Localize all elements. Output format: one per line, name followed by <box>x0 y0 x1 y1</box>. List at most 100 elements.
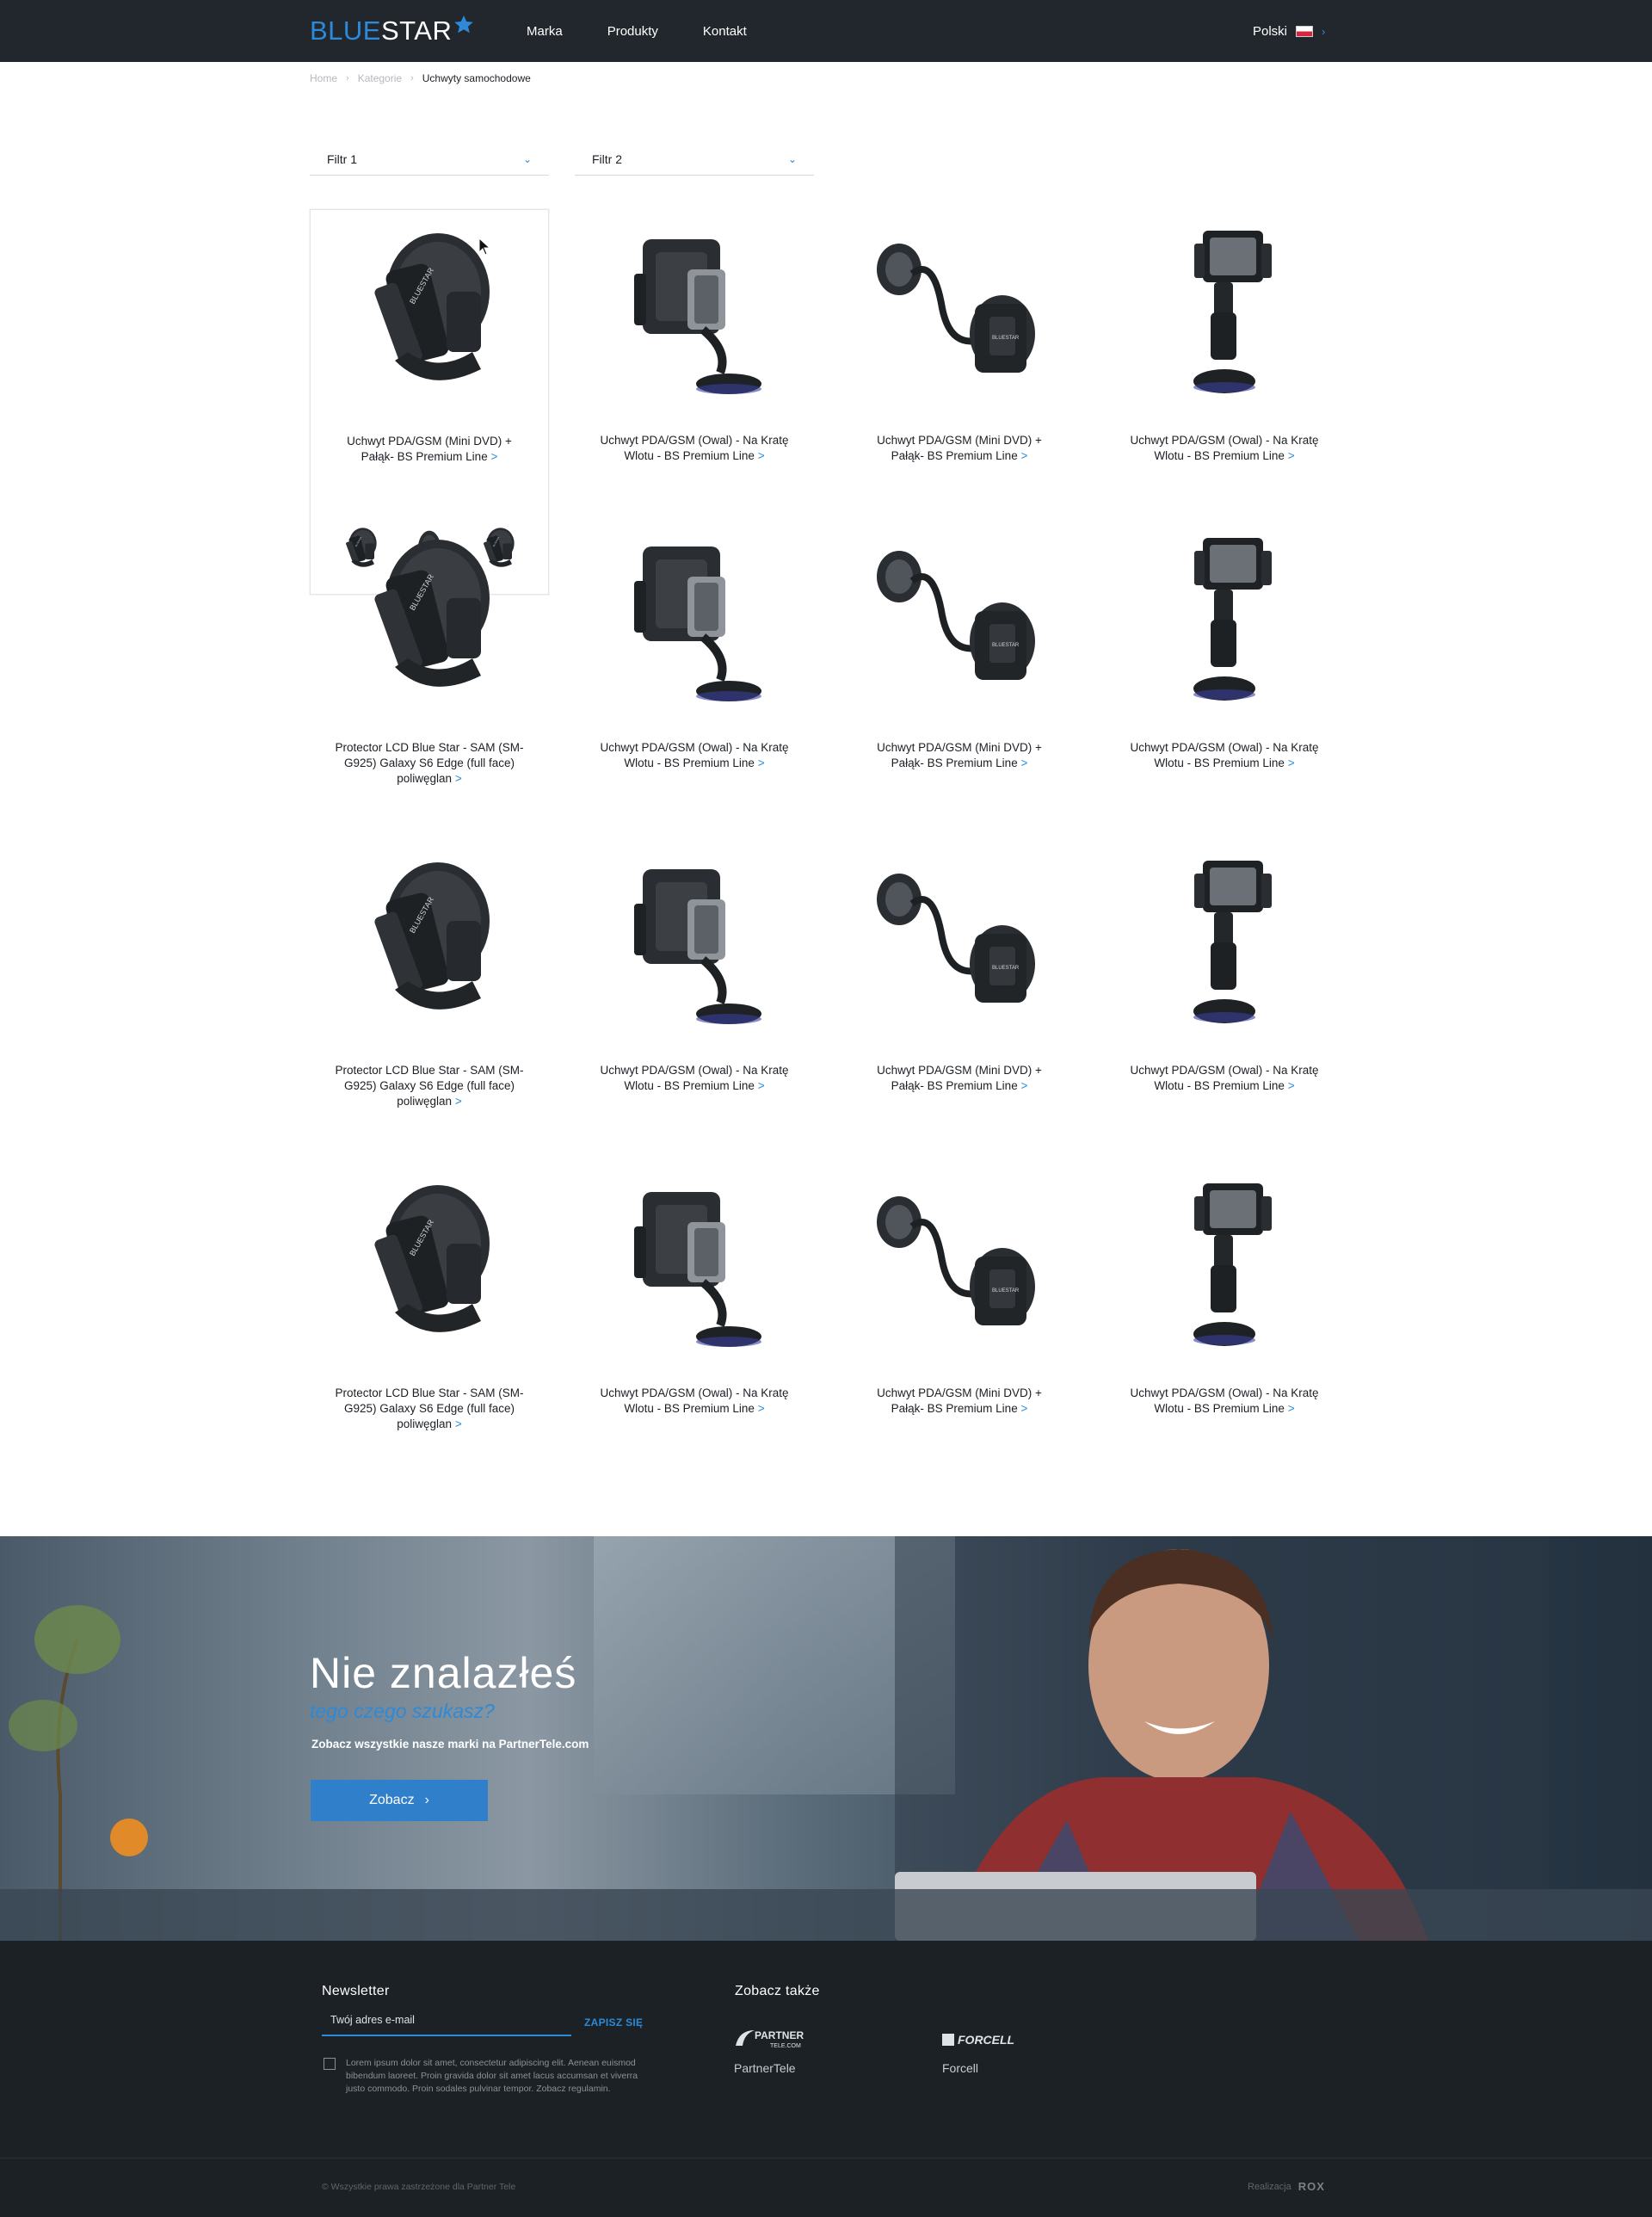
product-card[interactable]: Uchwyt PDA/GSM (Owal) - Na Kratę Wlotu -… <box>1105 516 1344 771</box>
product-title[interactable]: Uchwyt PDA/GSM (Owal) - Na Kratę Wlotu -… <box>1105 740 1344 771</box>
filter-1-dropdown[interactable]: Filtr 1 ⌄ <box>310 143 549 176</box>
product-card[interactable]: Protector LCD Blue Star - SAM (SM-G925) … <box>310 1162 549 1432</box>
consent-text: Lorem ipsum dolor sit amet, consectetur … <box>346 2058 638 2094</box>
svg-text:TELE.COM: TELE.COM <box>770 2043 801 2049</box>
product-title[interactable]: Uchwyt PDA/GSM (Owal) - Na Kratę Wlotu -… <box>575 1386 814 1417</box>
product-title[interactable]: Uchwyt PDA/GSM (Mini DVD) + Pałąk- BS Pr… <box>840 1063 1079 1094</box>
zobacz-button[interactable]: Zobacz › <box>311 1780 488 1821</box>
product-title[interactable]: Uchwyt PDA/GSM (Mini DVD) + Pałąk- BS Pr… <box>840 1386 1079 1417</box>
star-icon <box>454 15 474 34</box>
chevron-right-icon: › <box>1322 24 1326 38</box>
breadcrumb-kategorie[interactable]: Kategorie <box>358 72 402 84</box>
breadcrumb-current: Uchwyty samochodowe <box>422 72 531 84</box>
product-image[interactable] <box>840 209 1079 416</box>
product-card[interactable]: Protector LCD Blue Star - SAM (SM-G925) … <box>310 839 549 1109</box>
product-card[interactable]: Uchwyt PDA/GSM (Mini DVD) + Pałąk- BS Pr… <box>840 209 1079 464</box>
bluestar-logo[interactable]: BLUE STAR <box>310 15 474 46</box>
language-label: Polski <box>1253 23 1288 39</box>
main-nav: Marka Produkty Kontakt <box>527 0 747 62</box>
product-image[interactable] <box>575 209 814 416</box>
product-title[interactable]: Uchwyt PDA/GSM (Owal) - Na Kratę Wlotu -… <box>1105 1386 1344 1417</box>
breadcrumb-home[interactable]: Home <box>310 72 337 84</box>
consent-checkbox[interactable] <box>324 2058 336 2070</box>
product-title[interactable]: Protector LCD Blue Star - SAM (SM-G925) … <box>310 1386 549 1432</box>
product-title[interactable]: Protector LCD Blue Star - SAM (SM-G925) … <box>310 1063 549 1109</box>
product-title[interactable]: Uchwyt PDA/GSM (Mini DVD) + Pałąk- BS Pr… <box>840 433 1079 464</box>
brand-forcell[interactable]: FORCELL Forcell <box>942 2027 1049 2075</box>
product-title[interactable]: Uchwyt PDA/GSM (Owal) - Na Kratę Wlotu -… <box>1105 433 1344 464</box>
product-image[interactable] <box>575 1162 814 1368</box>
product-image[interactable] <box>840 516 1079 723</box>
promo-note: Zobacz wszystkie nasze marki na PartnerT… <box>311 1738 589 1751</box>
plant-photo <box>9 1605 148 1941</box>
product-title[interactable]: Uchwyt PDA/GSM (Owal) - Na Kratę Wlotu -… <box>1105 1063 1344 1094</box>
language-selector[interactable]: Polski › <box>1253 0 1325 62</box>
desk-surface <box>0 1889 1652 1941</box>
product-image[interactable] <box>575 516 814 723</box>
brand-name-forcell: Forcell <box>942 2061 979 2075</box>
footer: Newsletter Twój adres e-mail ZAPISZ SIĘ … <box>0 1941 1652 2217</box>
brand-partnertele[interactable]: PARTNER TELE.COM PartnerTele <box>734 2027 817 2075</box>
credit-label: Realizacja <box>1248 2181 1291 2192</box>
logo-text-blue: BLUE <box>310 15 381 46</box>
product-title[interactable]: Uchwyt PDA/GSM (Mini DVD) + Pałąk- BS Pr… <box>840 740 1079 771</box>
product-card[interactable]: Uchwyt PDA/GSM (Mini DVD) + Pałąk- BS Pr… <box>840 516 1079 771</box>
product-card[interactable]: Uchwyt PDA/GSM (Owal) - Na Kratę Wlotu -… <box>1105 1162 1344 1417</box>
rox-logo: ROX <box>1298 2180 1325 2193</box>
product-card[interactable]: Uchwyt PDA/GSM (Owal) - Na Kratę Wlotu -… <box>575 839 814 1094</box>
product-card[interactable]: Uchwyt PDA/GSM (Owal) - Na Kratę Wlotu -… <box>1105 839 1344 1094</box>
product-card[interactable]: Uchwyt PDA/GSM (Mini DVD) + Pałąk- BS Pr… <box>840 1162 1079 1417</box>
product-card[interactable]: Uchwyt PDA/GSM (Owal) - Na Kratę Wlotu -… <box>575 209 814 464</box>
nav-item-produkty[interactable]: Produkty <box>607 24 658 39</box>
promo-title: Nie znalazłeś <box>310 1649 577 1697</box>
zobacz-button-label: Zobacz <box>369 1793 415 1807</box>
chevron-down-icon: ⌄ <box>787 152 797 165</box>
product-image[interactable] <box>310 516 549 723</box>
svg-text:PARTNER: PARTNER <box>755 2029 804 2041</box>
subscribe-button[interactable]: ZAPISZ SIĘ <box>584 2016 643 2029</box>
breadcrumb: Home › Kategorie › Uchwyty samochodowe <box>310 72 531 84</box>
chevron-right-icon: › <box>424 1793 429 1807</box>
email-placeholder: Twój adres e-mail <box>330 2014 415 2026</box>
product-card[interactable]: Uchwyt PDA/GSM (Owal) - Na Kratę Wlotu -… <box>575 1162 814 1417</box>
filter-2-dropdown[interactable]: Filtr 2 ⌄ <box>575 143 814 176</box>
brand-name-partnertele: PartnerTele <box>734 2061 796 2075</box>
filter-1-label: Filtr 1 <box>327 151 357 166</box>
product-card[interactable]: Uchwyt PDA/GSM (Mini DVD) + Pałąk- BS Pr… <box>840 839 1079 1094</box>
chevron-down-icon: ⌄ <box>522 152 532 165</box>
filter-2-label: Filtr 2 <box>592 151 622 166</box>
chevron-right-icon: › <box>346 73 349 83</box>
product-image[interactable] <box>575 839 814 1046</box>
product-card[interactable]: Uchwyt PDA/GSM (Owal) - Na Kratę Wlotu -… <box>1105 209 1344 464</box>
product-card[interactable]: Protector LCD Blue Star - SAM (SM-G925) … <box>310 516 549 787</box>
product-title[interactable]: Uchwyt PDA/GSM (Mini DVD) + Pałąk- BS Pr… <box>311 434 548 465</box>
product-card[interactable]: Uchwyt PDA/GSM (Owal) - Na Kratę Wlotu -… <box>575 516 814 771</box>
chevron-right-icon: › <box>410 73 414 83</box>
product-image[interactable] <box>840 1162 1079 1368</box>
mouse-cursor-icon <box>478 238 491 256</box>
email-field[interactable]: Twój adres e-mail <box>322 2010 571 2036</box>
partnertele-logo: PARTNER TELE.COM <box>736 2029 804 2049</box>
product-image[interactable] <box>310 1162 549 1368</box>
logo-text-white: STAR <box>380 15 453 46</box>
copyright-text: © Wszystkie prawa zastrzeżone dla Partne… <box>322 2182 516 2192</box>
svg-text:FORCELL: FORCELL <box>958 2033 1014 2047</box>
product-image[interactable] <box>311 210 548 417</box>
poland-flag-icon <box>1296 25 1314 37</box>
nav-item-marka[interactable]: Marka <box>527 24 563 39</box>
product-image[interactable] <box>1105 839 1344 1046</box>
credit[interactable]: Realizacja ROX <box>1248 2180 1325 2193</box>
product-title[interactable]: Uchwyt PDA/GSM (Owal) - Na Kratę Wlotu -… <box>575 740 814 771</box>
product-image[interactable] <box>1105 516 1344 723</box>
product-image[interactable] <box>840 839 1079 1046</box>
product-title[interactable]: Uchwyt PDA/GSM (Owal) - Na Kratę Wlotu -… <box>575 1063 814 1094</box>
product-title[interactable]: Protector LCD Blue Star - SAM (SM-G925) … <box>310 740 549 787</box>
product-image[interactable] <box>310 839 549 1046</box>
product-image[interactable] <box>1105 209 1344 416</box>
newsletter-title: Newsletter <box>322 1984 390 1998</box>
top-navbar: BLUE STAR Marka Produkty Kontakt Polski … <box>0 0 1652 62</box>
product-image[interactable] <box>1105 1162 1344 1368</box>
nav-item-kontakt[interactable]: Kontakt <box>703 24 747 39</box>
product-title[interactable]: Uchwyt PDA/GSM (Owal) - Na Kratę Wlotu -… <box>575 433 814 464</box>
promo-subtitle: tego czego szukasz? <box>310 1700 495 1722</box>
